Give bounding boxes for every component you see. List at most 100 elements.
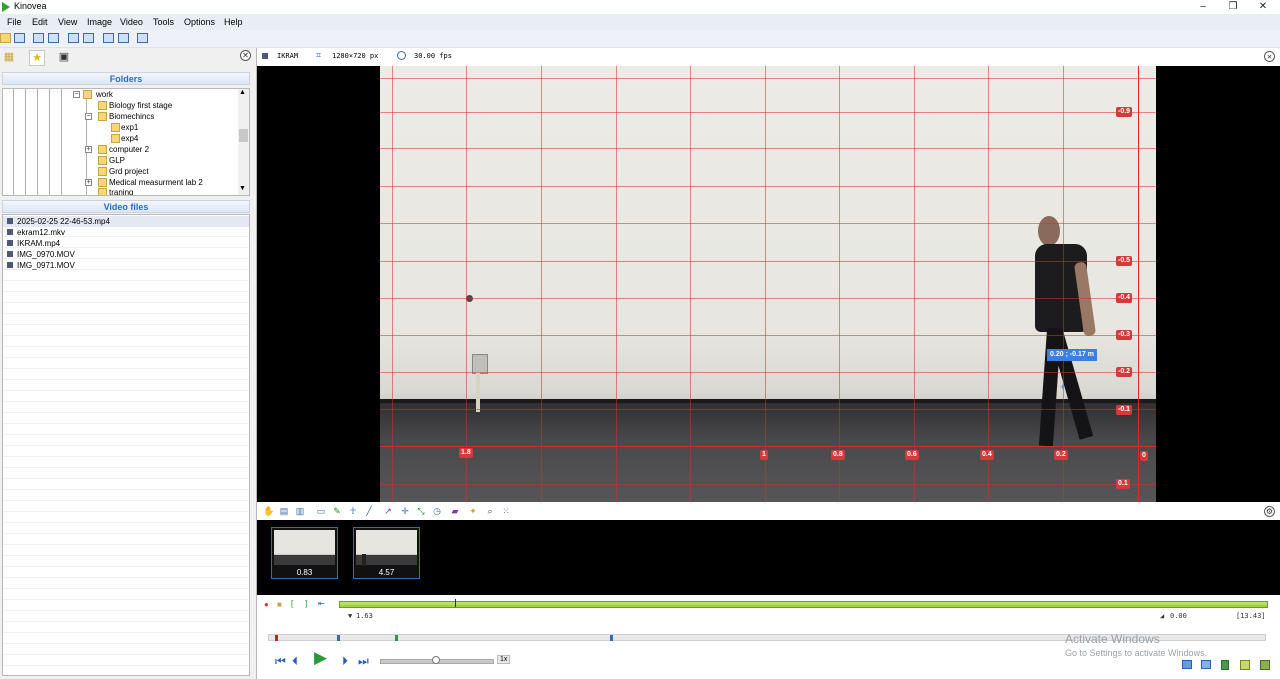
- list-item[interactable]: ekram12.mkv: [3, 227, 249, 238]
- pencil-tool-icon[interactable]: ✎: [332, 506, 342, 516]
- folder-icon: [111, 123, 120, 132]
- video-file-icon: [7, 251, 13, 257]
- tree-item-exp4[interactable]: exp4: [121, 133, 138, 144]
- collapse-biomechincs-icon[interactable]: −: [85, 113, 92, 120]
- next-frame-icon[interactable]: ⏵: [342, 654, 348, 668]
- selection-start-icon[interactable]: [: [291, 599, 293, 608]
- reset-selection-icon[interactable]: ⇤: [318, 599, 325, 608]
- human-model-icon[interactable]: ☥: [348, 506, 358, 516]
- collapse-work-icon[interactable]: −: [73, 91, 80, 98]
- magnifier-icon[interactable]: ⌕: [485, 506, 495, 516]
- open-folder-icon[interactable]: [0, 33, 11, 43]
- maximize-icon[interactable]: ❐: [1218, 0, 1248, 14]
- scrollbar-thumb[interactable]: [239, 129, 248, 142]
- dual-camera-icon[interactable]: [118, 33, 129, 43]
- folder-tree-scrollbar[interactable]: ▲ ▼: [238, 89, 249, 195]
- keyframe-thumbnail[interactable]: 4.57: [353, 527, 420, 579]
- arrow-tool-icon[interactable]: ↗: [383, 506, 393, 516]
- tree-item-biology[interactable]: Biology first stage: [109, 100, 172, 111]
- tree-item-exp1[interactable]: exp1: [121, 122, 138, 133]
- tree-item-biomechincs[interactable]: Biomechincs: [109, 111, 154, 122]
- camera-tab-icon[interactable]: ▣: [57, 50, 71, 64]
- speed-slider-thumb[interactable]: [432, 656, 440, 664]
- menu-view[interactable]: View: [58, 17, 77, 27]
- dual-view-icon[interactable]: [48, 33, 59, 43]
- menu-tools[interactable]: Tools: [153, 17, 174, 27]
- folder-icon: [98, 167, 107, 176]
- end-marker-icon: ◢: [1160, 612, 1165, 620]
- tree-item-work[interactable]: work: [96, 89, 113, 100]
- keyframe-marker[interactable]: [275, 635, 278, 641]
- menu-file[interactable]: File: [7, 17, 22, 27]
- keyframe-thumbnail[interactable]: 0.83: [271, 527, 338, 579]
- coordinate-label[interactable]: 0.20 ; -0.17 m: [1047, 349, 1097, 361]
- comments-icon[interactable]: ▥: [295, 506, 305, 516]
- scroll-up-icon[interactable]: ▲: [239, 89, 246, 96]
- line-tool-icon[interactable]: ╱: [364, 506, 374, 516]
- keyframe-time: 4.57: [378, 568, 395, 577]
- layout-icon[interactable]: [137, 33, 148, 43]
- mark-in-icon[interactable]: ●: [264, 600, 269, 609]
- crosshair-marker-icon[interactable]: +: [1060, 382, 1065, 392]
- grid-tool-icon[interactable]: ⁙: [501, 506, 511, 516]
- list-item[interactable]: IMG_0970.MOV: [3, 249, 249, 260]
- title-bar: Kinovea – ❐ ✕: [0, 0, 1280, 14]
- selection-end-icon[interactable]: ]: [305, 599, 307, 608]
- tree-item-glp[interactable]: GLP: [109, 155, 125, 166]
- single-view-icon[interactable]: [33, 33, 44, 43]
- video-file-icon: [7, 218, 13, 224]
- menu-options[interactable]: Options: [184, 17, 215, 27]
- snapshot-icon[interactable]: [1182, 660, 1192, 669]
- menu-help[interactable]: Help: [224, 17, 243, 27]
- selection-track[interactable]: [339, 601, 1268, 608]
- keyframe-marker[interactable]: [337, 635, 340, 641]
- chronometer-icon[interactable]: ◷: [432, 506, 442, 516]
- expand-medical-icon[interactable]: +: [85, 179, 92, 186]
- video-frame[interactable]: +: [380, 66, 1156, 502]
- menu-video[interactable]: Video: [120, 17, 143, 27]
- tree-item-computer2[interactable]: computer 2: [109, 144, 149, 155]
- add-keyframe-icon[interactable]: ▤: [279, 506, 289, 516]
- minimize-icon[interactable]: –: [1188, 0, 1218, 14]
- list-item[interactable]: IKRAM.mp4: [3, 238, 249, 249]
- folders-tab-icon[interactable]: ▦: [2, 50, 16, 64]
- list-item[interactable]: IMG_0971.MOV: [3, 260, 249, 271]
- favorites-star-icon[interactable]: ★: [29, 50, 45, 66]
- list-item[interactable]: 2025-02-25 22-46-53.mp4: [3, 216, 249, 227]
- save-video-icon[interactable]: [1221, 660, 1229, 670]
- export-icon[interactable]: [1201, 660, 1211, 669]
- tree-item-grd-project[interactable]: Grd project: [109, 166, 149, 177]
- dual-capture-icon[interactable]: [83, 33, 94, 43]
- tree-item-traning[interactable]: traning: [109, 187, 133, 195]
- close-panel-icon[interactable]: ✕: [240, 50, 251, 61]
- playhead[interactable]: [455, 599, 456, 607]
- trajectory-tool-icon[interactable]: ⤡: [416, 506, 426, 516]
- expand-computer2-icon[interactable]: +: [85, 146, 92, 153]
- lock-icon[interactable]: ■: [277, 600, 282, 609]
- keyframe-marker[interactable]: [610, 635, 613, 641]
- angle-tool-icon[interactable]: ▰: [450, 506, 460, 516]
- drawing-options-icon[interactable]: ⚙: [1264, 506, 1275, 517]
- label-tool-icon[interactable]: ▭: [316, 506, 326, 516]
- hand-tool-icon[interactable]: ✋: [263, 506, 274, 516]
- video-file-name: IKRAM.mp4: [17, 239, 61, 248]
- close-player-icon[interactable]: ✕: [1264, 51, 1275, 62]
- last-frame-icon[interactable]: ⏭: [358, 654, 369, 668]
- close-icon[interactable]: ✕: [1248, 0, 1278, 14]
- save-icon[interactable]: [14, 33, 25, 43]
- menu-image[interactable]: Image: [87, 17, 112, 27]
- scroll-down-icon[interactable]: ▼: [239, 185, 246, 192]
- play-icon[interactable]: ▶: [314, 649, 327, 666]
- capture-icon[interactable]: [68, 33, 79, 43]
- camera-icon[interactable]: [103, 33, 114, 43]
- previous-frame-icon[interactable]: ⏴: [292, 654, 298, 668]
- export-spreadsheet-icon[interactable]: [1260, 660, 1270, 670]
- keyframe-marker[interactable]: [395, 635, 398, 641]
- folder-icon: [111, 134, 120, 143]
- cross-marker-icon[interactable]: ✛: [400, 506, 410, 516]
- video-file-icon: [7, 229, 13, 235]
- menu-edit[interactable]: Edit: [32, 17, 48, 27]
- save-annotated-icon[interactable]: [1240, 660, 1250, 670]
- first-frame-icon[interactable]: ⏮: [275, 654, 286, 668]
- magic-wand-icon[interactable]: ✦: [468, 506, 478, 516]
